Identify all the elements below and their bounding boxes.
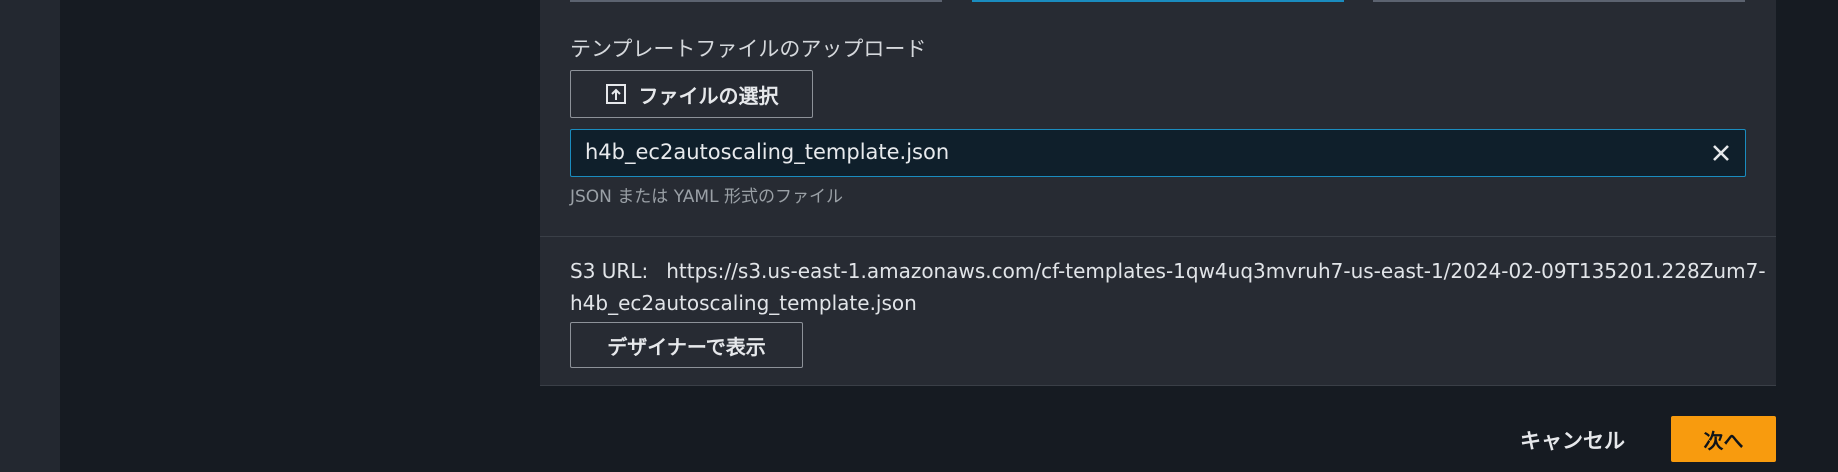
s3-url-value-line2: h4b_ec2autoscaling_template.json	[570, 291, 917, 315]
page-root: テンプレートファイルのアップロード ファイルの選択 h4b_ec2autosca…	[0, 0, 1838, 472]
option-card-1[interactable]	[570, 0, 942, 2]
file-format-hint: JSON または YAML 形式のファイル	[570, 187, 843, 207]
selected-file-field[interactable]: h4b_ec2autoscaling_template.json	[570, 129, 1746, 177]
selected-file-name: h4b_ec2autoscaling_template.json	[585, 140, 950, 164]
option-card-3[interactable]	[1373, 0, 1745, 2]
section-divider	[540, 236, 1776, 237]
side-navigation-rail	[0, 0, 60, 472]
option-card-2-selected[interactable]	[972, 0, 1344, 2]
s3-url-value-line1: https://s3.us-east-1.amazonaws.com/cf-te…	[666, 259, 1766, 283]
upload-section-label: テンプレートファイルのアップロード	[570, 37, 927, 61]
cancel-button[interactable]: キャンセル	[1520, 425, 1625, 455]
close-icon[interactable]	[1707, 139, 1735, 167]
view-in-designer-button[interactable]: デザイナーで表示	[570, 322, 803, 368]
s3-url-row: S3 URL: https://s3.us-east-1.amazonaws.co…	[570, 259, 1766, 283]
upload-icon	[605, 84, 626, 104]
choose-file-button-label: ファイルの選択	[638, 83, 779, 108]
next-button[interactable]: 次へ	[1671, 416, 1776, 462]
s3-url-label: S3 URL:	[570, 259, 649, 283]
template-source-panel: テンプレートファイルのアップロード ファイルの選択 h4b_ec2autosca…	[540, 0, 1776, 386]
choose-file-button[interactable]: ファイルの選択	[570, 70, 813, 118]
